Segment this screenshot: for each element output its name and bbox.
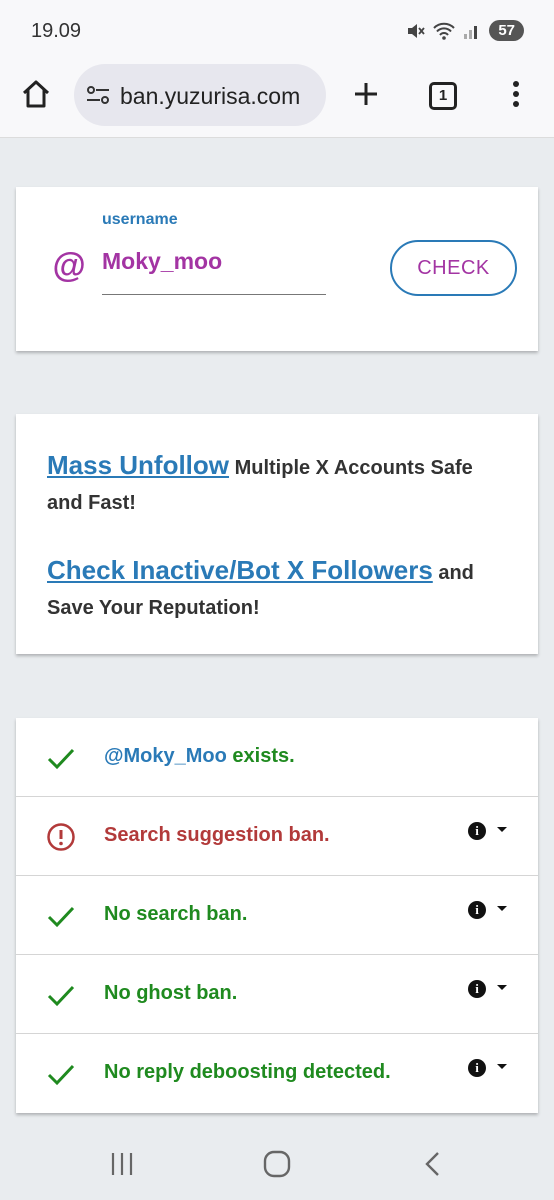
new-tab-plus-icon[interactable] <box>352 80 380 108</box>
signal-icon <box>464 25 478 39</box>
tab-switcher-button[interactable]: 1 <box>429 82 457 110</box>
system-navigation-bar <box>0 1130 554 1200</box>
username-input[interactable]: Moky_moo <box>102 248 222 275</box>
result-row-search-ban[interactable]: No search ban. i <box>16 876 538 955</box>
expand-caret-icon[interactable] <box>497 827 507 832</box>
mass-unfollow-link[interactable]: Mass Unfollow <box>47 450 229 480</box>
promo-card: Mass Unfollow Multiple X Accounts Safe a… <box>16 414 538 654</box>
status-time: 19.09 <box>31 20 82 42</box>
check-icon <box>47 906 75 928</box>
info-icon[interactable]: i <box>468 822 486 840</box>
info-icon[interactable]: i <box>468 980 486 998</box>
result-text: @Moky_Moo exists. <box>104 745 295 767</box>
battery-indicator: 57 <box>489 20 524 41</box>
username-label: username <box>102 211 178 228</box>
back-icon[interactable] <box>422 1150 442 1178</box>
recent-apps-icon[interactable] <box>109 1151 135 1177</box>
address-bar[interactable]: ban.yuzurisa.com <box>74 64 326 126</box>
check-icon <box>47 985 75 1007</box>
check-icon <box>47 748 75 770</box>
check-icon <box>47 1064 75 1086</box>
result-text: No ghost ban. <box>104 982 238 1004</box>
result-text: No reply deboosting detected. <box>104 1061 391 1083</box>
more-menu-icon[interactable] <box>510 80 522 108</box>
promo-item: Mass Unfollow Multiple X Accounts Safe a… <box>47 448 507 521</box>
expand-caret-icon[interactable] <box>497 906 507 911</box>
site-settings-icon[interactable] <box>86 84 110 106</box>
result-row-ghost-ban[interactable]: No ghost ban. i <box>16 955 538 1034</box>
check-button[interactable]: CHECK <box>390 240 517 296</box>
status-icons: 57 <box>405 20 524 41</box>
url-text[interactable]: ban.yuzurisa.com <box>120 83 320 110</box>
promo-item: Check Inactive/Bot X Followers and Save … <box>47 553 507 626</box>
result-text: Search suggestion ban. <box>104 824 330 846</box>
home-icon[interactable] <box>20 78 52 110</box>
info-icon[interactable]: i <box>468 901 486 919</box>
home-button-icon[interactable] <box>263 1150 291 1178</box>
at-sign-icon: @ <box>52 247 86 285</box>
result-text: No search ban. <box>104 903 248 925</box>
error-circle-icon <box>47 823 75 851</box>
info-icon[interactable]: i <box>468 1059 486 1077</box>
result-handle: @Moky_Moo <box>104 745 227 767</box>
status-bar: 19.09 57 <box>0 0 554 62</box>
username-input-underline <box>102 294 326 295</box>
expand-caret-icon[interactable] <box>497 985 507 990</box>
wifi-icon <box>433 22 456 40</box>
result-row-exists: @Moky_Moo exists. <box>16 718 538 797</box>
results-card: @Moky_Moo exists. Search suggestion ban.… <box>16 718 538 1113</box>
check-inactive-followers-link[interactable]: Check Inactive/Bot X Followers <box>47 555 433 585</box>
mute-icon <box>408 23 426 38</box>
browser-toolbar: ban.yuzurisa.com 1 <box>0 62 554 138</box>
username-check-card: @ username Moky_moo CHECK <box>16 187 538 351</box>
result-row-reply-deboosting[interactable]: No reply deboosting detected. i <box>16 1034 538 1113</box>
result-row-search-suggestion-ban[interactable]: Search suggestion ban. i <box>16 797 538 876</box>
expand-caret-icon[interactable] <box>497 1064 507 1069</box>
